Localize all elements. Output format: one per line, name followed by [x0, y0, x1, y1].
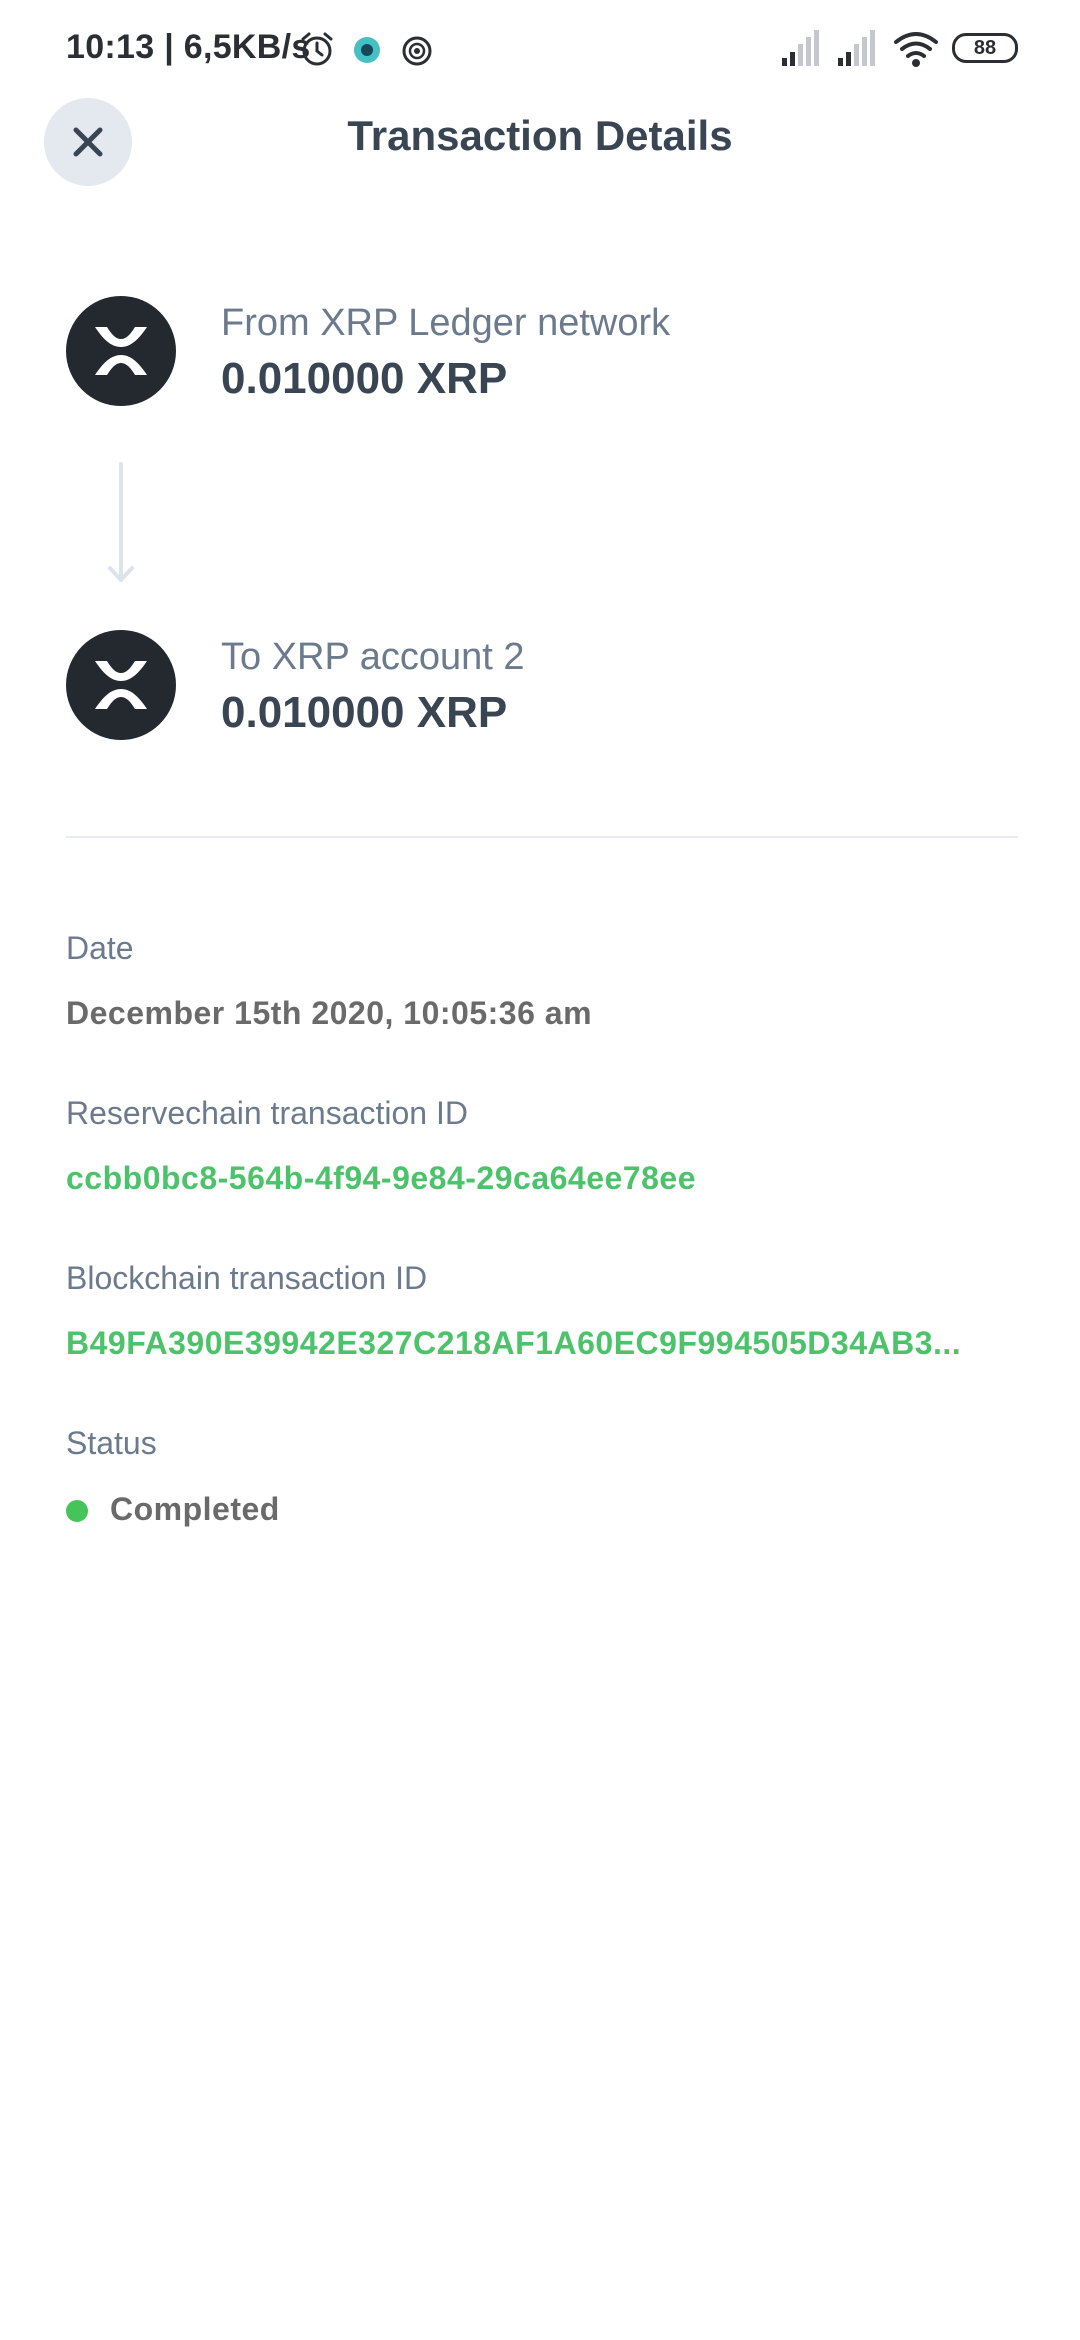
- to-amount: 0.010000 XRP: [221, 688, 508, 737]
- from-xrp-logo: [66, 296, 176, 406]
- status-label: Status: [66, 1425, 157, 1461]
- status-value: Completed: [110, 1491, 280, 1527]
- divider: [66, 836, 1018, 838]
- status-indicator-dot: [66, 1500, 88, 1522]
- status-bar: 10:13 | 6,5KB/s 88: [0, 0, 1080, 100]
- status-time: 10:13 | 6,5KB/s: [66, 28, 311, 66]
- signal-icon: [782, 30, 819, 66]
- to-label: To XRP account 2: [221, 636, 525, 678]
- blockchain-id-link[interactable]: B49FA390E39942E327C218AF1A60EC9F994505D3…: [66, 1325, 1016, 1362]
- arrow-down-icon: [108, 462, 134, 582]
- camera-indicator-icon: [354, 37, 380, 63]
- reservechain-id-link[interactable]: ccbb0bc8-564b-4f94-9e84-29ca64ee78ee: [66, 1160, 1016, 1197]
- date-label: Date: [66, 930, 134, 966]
- page-title: Transaction Details: [347, 112, 733, 159]
- xrp-logo-icon: [95, 327, 147, 375]
- date-value: December 15th 2020, 10:05:36 am: [66, 995, 593, 1031]
- blockchain-id-label: Blockchain transaction ID: [66, 1260, 428, 1296]
- from-label: From XRP Ledger network: [221, 302, 671, 344]
- xrp-logo-icon: [95, 661, 147, 709]
- reservechain-id-label: Reservechain transaction ID: [66, 1095, 468, 1131]
- signal-icon-2: [838, 30, 875, 66]
- from-amount: 0.010000 XRP: [221, 354, 508, 403]
- to-xrp-logo: [66, 630, 176, 740]
- alarm-icon: [301, 32, 333, 66]
- target-icon: [402, 36, 432, 66]
- wifi-icon: [894, 32, 938, 67]
- battery-indicator: 88: [952, 33, 1018, 63]
